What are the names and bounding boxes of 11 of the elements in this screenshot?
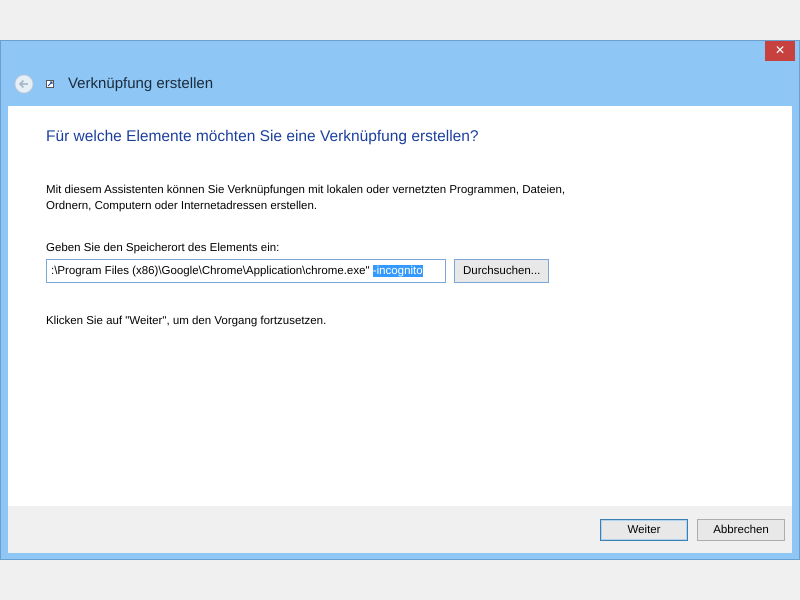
description-text: Mit diesem Assistenten können Sie Verknüpfungen mit lokalen oder vernetzten Programmen, Dateien, Ordnern, Computern oder Internetadressen erstellen.	[46, 183, 566, 214]
hint-text: Klicken Sie auf "Weiter", um den Vorgang fortzusetzen.	[46, 315, 328, 327]
location-label: Geben Sie den Speicherort des Elements ein:	[46, 242, 280, 254]
close-button[interactable]: ×	[765, 41, 795, 61]
location-field[interactable]: :\Program Files (x86)\Google\Chrome\Application\chrome.exe" -incognito	[46, 259, 446, 283]
window-title: Verknüpfung erstellen	[68, 75, 214, 92]
shortcut-icon	[46, 80, 54, 88]
wizard-heading: Für welche Elemente möchten Sie eine Verknüpfung erstellen?	[46, 128, 480, 146]
cancel-button[interactable]: Abbrechen	[697, 518, 785, 540]
browse-button[interactable]: Durchsuchen...	[454, 259, 550, 283]
next-button[interactable]: Weiter	[600, 518, 688, 540]
